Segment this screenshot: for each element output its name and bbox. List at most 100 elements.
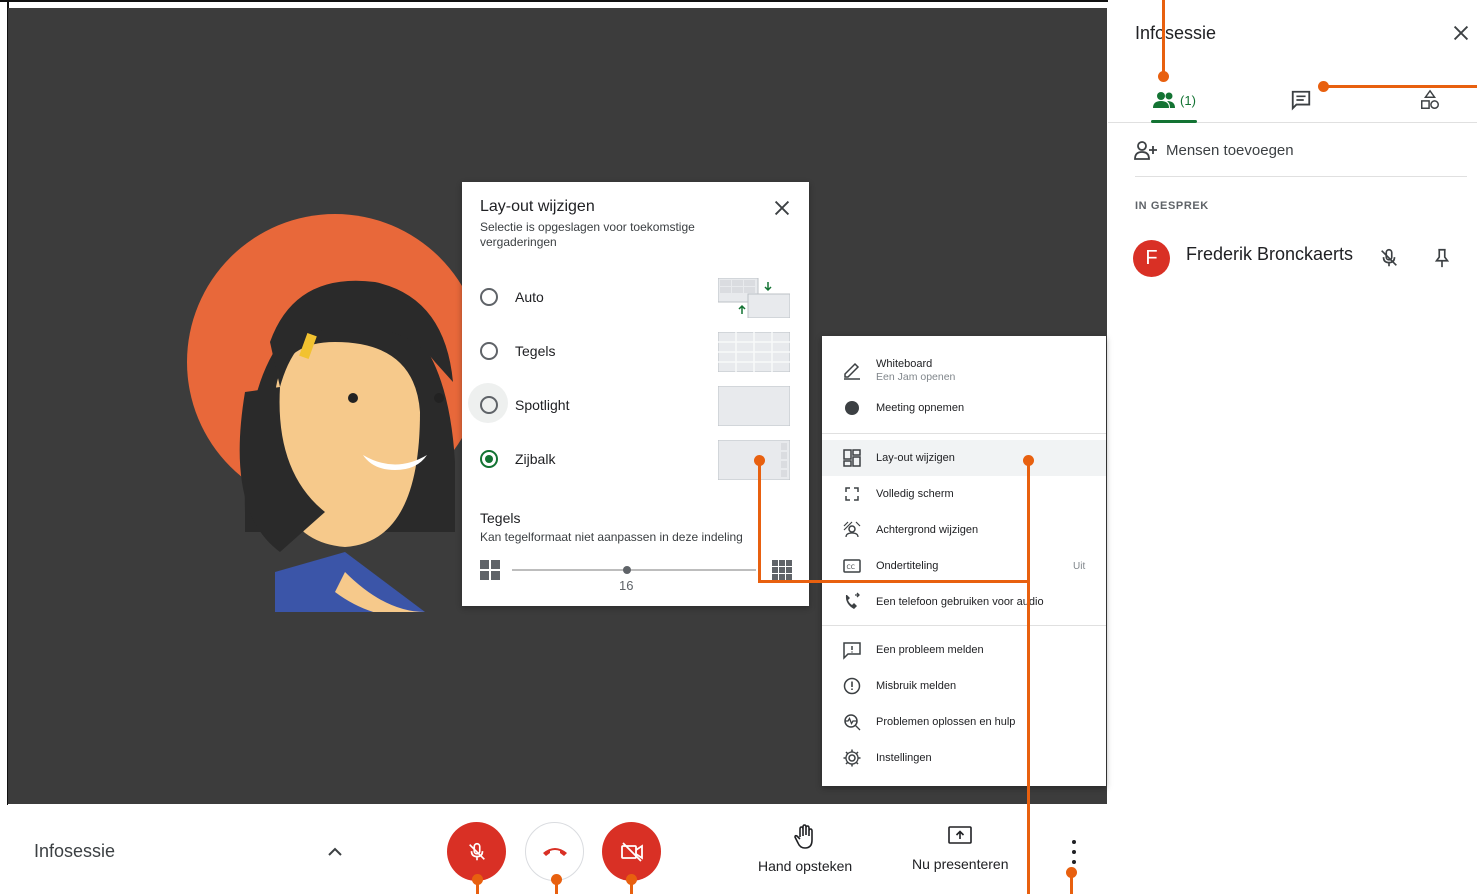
- more-dot: [1072, 860, 1076, 864]
- tiles-layout-preview-icon: [718, 332, 790, 372]
- change-layout-dialog: Lay-out wijzigen Selectie is opgeslagen …: [462, 182, 809, 606]
- annotation-line: [1326, 85, 1477, 88]
- dialog-subtitle: Selectie is opgeslagen voor toekomstige …: [480, 220, 695, 249]
- radio-auto[interactable]: [480, 288, 498, 306]
- mic-off-icon: [468, 842, 485, 860]
- record-icon: [845, 401, 859, 415]
- menu-item-label: Een probleem melden: [876, 644, 984, 656]
- captions-icon: CC: [843, 559, 861, 573]
- menu-item-change-layout[interactable]: Lay-out wijzigen: [822, 440, 1106, 476]
- menu-item-label: Een telefoon gebruiken voor audio: [876, 596, 1044, 608]
- section-label: IN GESPREK: [1135, 200, 1209, 212]
- annotation-line: [1027, 461, 1030, 894]
- more-dot: [1072, 840, 1076, 844]
- chat-icon: [1291, 90, 1311, 111]
- pin-icon[interactable]: [1431, 247, 1453, 269]
- add-person-icon: [1134, 141, 1157, 160]
- menu-item-troubleshoot[interactable]: Problemen oplossen en hulp: [822, 704, 1106, 740]
- annotation-dot: [1158, 71, 1169, 82]
- annotation-dot: [1066, 867, 1077, 878]
- add-people-button[interactable]: Mensen toevoegen: [1134, 138, 1294, 162]
- radio-sidebar-selected[interactable]: [480, 450, 498, 468]
- menu-item-fullscreen[interactable]: Volledig scherm: [822, 476, 1106, 512]
- participant-name: Frederik Bronckaerts: [1186, 244, 1354, 264]
- add-people-label: Mensen toevoegen: [1166, 141, 1294, 159]
- slider-value: 16: [619, 578, 634, 593]
- menu-item-label: Misbruik melden: [876, 680, 957, 692]
- menu-item-change-background[interactable]: Achtergrond wijzigen: [822, 512, 1106, 548]
- background-icon: [843, 521, 861, 538]
- menu-item-label: Ondertiteling: [876, 560, 939, 572]
- panel-title: Infosessie: [1135, 23, 1217, 43]
- menu-item-captions[interactable]: CC Ondertiteling Uit: [822, 548, 1106, 584]
- captions-status: Uit: [1073, 560, 1086, 572]
- participant-row: F Frederik Bronckaerts: [1133, 240, 1473, 280]
- raise-hand-label: Hand opsteken: [758, 858, 853, 874]
- raise-hand-button[interactable]: Hand opsteken: [758, 824, 852, 884]
- menu-divider: [822, 625, 1106, 626]
- annotation-line: [758, 461, 761, 583]
- avatar: F: [1133, 240, 1170, 277]
- toggle-microphone-button[interactable]: [447, 822, 506, 881]
- leave-call-button[interactable]: [525, 822, 584, 881]
- menu-item-label: Meeting opnemen: [876, 402, 965, 414]
- hang-up-icon: [542, 847, 567, 856]
- more-options-button[interactable]: [1066, 840, 1082, 864]
- participant-count: (1): [1180, 92, 1196, 108]
- slider-thumb[interactable]: [623, 566, 631, 574]
- more-dot: [1072, 850, 1076, 854]
- annotation-dot: [754, 455, 765, 466]
- present-now-label: Nu presenteren: [912, 856, 1009, 872]
- meeting-title: Infosessie: [34, 841, 116, 861]
- option-label: Auto: [515, 289, 544, 305]
- annotation-dot: [626, 874, 637, 885]
- layout-option-spotlight[interactable]: Spotlight: [468, 383, 798, 426]
- menu-item-whiteboard[interactable]: Whiteboard Een Jam openen: [822, 352, 1106, 388]
- participant-avatar-illustration: [187, 214, 483, 612]
- chevron-up-icon[interactable]: [325, 842, 345, 862]
- menu-item-report-problem[interactable]: Een probleem melden: [822, 632, 1106, 668]
- layout-option-sidebar[interactable]: Zijbalk: [478, 440, 798, 480]
- spotlight-layout-preview-icon: [718, 386, 790, 426]
- report-icon: [843, 677, 861, 695]
- menu-item-record[interactable]: Meeting opnemen: [822, 390, 1106, 426]
- close-panel-icon[interactable]: [1450, 22, 1472, 44]
- option-label: Spotlight: [515, 397, 570, 413]
- present-now-button[interactable]: Nu presenteren: [912, 824, 1009, 884]
- menu-item-label: Achtergrond wijzigen: [876, 524, 979, 536]
- radio-spotlight[interactable]: [480, 396, 498, 414]
- annotation-dot: [1023, 455, 1034, 466]
- more-options-menu: Whiteboard Een Jam openen Meeting opnemen…: [822, 336, 1106, 786]
- active-tab-indicator: [1151, 120, 1197, 123]
- meeting-details-panel: Infosessie (1) Mensen toevoegen IN GESPR…: [1108, 0, 1477, 894]
- tiles-section-subtitle: Kan tegelformaat niet aanpassen in deze …: [480, 530, 743, 544]
- menu-item-settings[interactable]: Instellingen: [822, 740, 1106, 776]
- tab-people[interactable]: (1): [1144, 78, 1204, 123]
- layout-option-tiles[interactable]: Tegels: [478, 332, 798, 372]
- gear-icon: [843, 749, 861, 767]
- annotation-line: [1162, 0, 1165, 76]
- tiles-section-title: Tegels: [480, 510, 521, 526]
- auto-layout-preview-icon: [718, 278, 790, 318]
- tile-count-slider[interactable]: 16: [478, 556, 794, 596]
- menu-item-label: Lay-out wijzigen: [876, 452, 955, 464]
- radio-tiles[interactable]: [480, 342, 498, 360]
- close-dialog-icon[interactable]: [771, 197, 793, 219]
- annotation-line: [758, 580, 1030, 583]
- divider: [1135, 176, 1467, 177]
- menu-divider: [822, 433, 1106, 434]
- menu-item-report-abuse[interactable]: Misbruik melden: [822, 668, 1106, 704]
- toggle-camera-button[interactable]: [602, 822, 661, 881]
- menu-item-label: Whiteboard: [876, 357, 933, 370]
- pen-icon: [844, 362, 860, 380]
- slider-track[interactable]: [512, 569, 756, 571]
- activities-shapes-icon: [1421, 89, 1439, 109]
- annotation-dot: [1318, 81, 1329, 92]
- people-icon: [1153, 92, 1176, 108]
- svg-text:CC: CC: [847, 564, 855, 571]
- menu-item-phone-audio[interactable]: Een telefoon gebruiken voor audio: [822, 584, 1106, 620]
- layout-option-auto[interactable]: Auto: [478, 278, 798, 318]
- layout-icon: [843, 449, 861, 467]
- present-screen-icon: [948, 826, 973, 844]
- option-label: Tegels: [515, 343, 556, 359]
